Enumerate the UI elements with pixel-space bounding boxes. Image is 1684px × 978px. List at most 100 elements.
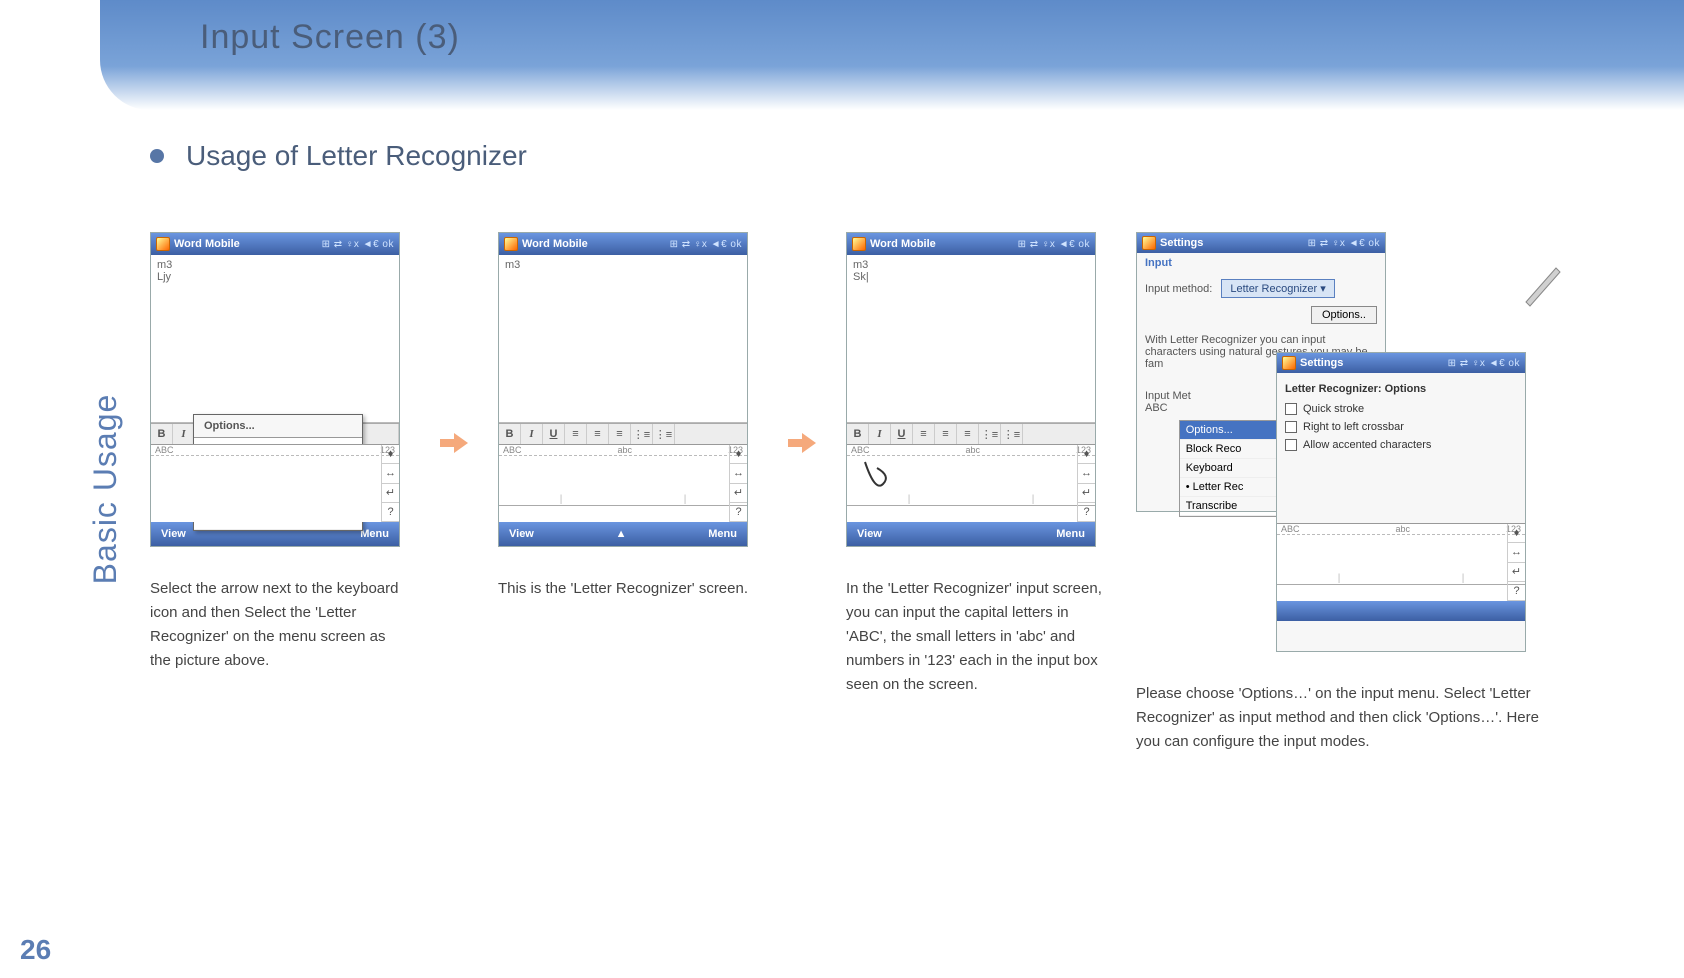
align-right-button[interactable]: ≡ [609, 424, 631, 444]
zone-abc-upper: ABC [503, 445, 522, 455]
menu-button[interactable]: Menu [708, 528, 737, 540]
enter-icon[interactable]: ↵ [1078, 484, 1095, 503]
status-icons: ⊞ ⇄ ♀x ◄€ ok [1448, 358, 1520, 369]
menu-options[interactable]: Options... [194, 415, 362, 438]
input-method-select[interactable]: Letter Recognizer ▾ [1221, 279, 1334, 298]
settings-title: Settings [1300, 357, 1343, 369]
checkbox-accented[interactable]: Allow accented characters [1285, 439, 1517, 451]
menu-item[interactable]: • Letter Rec [1180, 478, 1278, 497]
nav-icon[interactable]: ↔ [730, 464, 747, 483]
options-button[interactable]: Options.. [1311, 306, 1377, 324]
step-3: Word Mobile ⊞ ⇄ ♀x ◄€ ok m3 Sk| B I U ≡ … [846, 232, 1106, 697]
zone-abc-upper: ABC [155, 445, 174, 455]
list-button[interactable]: ⋮≡ [631, 424, 653, 444]
step-2: Word Mobile ⊞ ⇄ ♀x ◄€ ok m3 B I U ≡ ≡ ≡ … [498, 232, 758, 601]
align-button[interactable]: ≡ [957, 424, 979, 444]
help-icon[interactable]: ? [1508, 582, 1525, 601]
arrow-icon [440, 431, 468, 455]
body-text: m3 [505, 259, 741, 271]
bold-button[interactable]: B [847, 424, 869, 444]
menu-button[interactable]: Menu [360, 528, 389, 540]
body-text: Ljy [157, 271, 393, 283]
align-button[interactable]: ≡ [913, 424, 935, 444]
nav-icon[interactable]: ♦ [730, 445, 747, 464]
view-button[interactable]: View [509, 528, 534, 540]
nav-icon[interactable]: ↔ [382, 464, 399, 483]
enter-icon[interactable]: ↵ [1508, 563, 1525, 582]
enter-icon[interactable]: ↵ [382, 484, 399, 503]
step-1: Word Mobile ⊞ ⇄ ♀x ◄€ ok m3 Ljy B I Opti… [150, 232, 410, 673]
menu-item[interactable]: Block Reco [1180, 440, 1278, 459]
nav-icon[interactable]: ↔ [1078, 464, 1095, 483]
menu-options[interactable]: Options... [1180, 421, 1278, 440]
view-button[interactable]: View [857, 528, 882, 540]
list-label: Input Met [1145, 390, 1191, 402]
app-icon [1142, 236, 1156, 250]
italic-button[interactable]: I [173, 424, 195, 444]
list-button[interactable]: ⋮≡ [653, 424, 675, 444]
italic-button[interactable]: I [521, 424, 543, 444]
zone-abc-lower: abc [617, 445, 632, 455]
align-center-button[interactable]: ≡ [587, 424, 609, 444]
bold-button[interactable]: B [499, 424, 521, 444]
app-icon [852, 237, 866, 251]
status-icons: ⊞ ⇄ ♀x ◄€ ok [1308, 238, 1380, 249]
device-screenshot-1: Word Mobile ⊞ ⇄ ♀x ◄€ ok m3 Ljy B I Opti… [150, 232, 400, 547]
status-icons: ⊞ ⇄ ♀x ◄€ ok [1018, 239, 1090, 250]
sip-up-icon[interactable]: ▲ [616, 528, 627, 540]
nav-icon[interactable]: ♦ [1078, 445, 1095, 464]
tab-input[interactable]: Input [1137, 253, 1385, 273]
underline-button[interactable]: U [543, 424, 565, 444]
checkbox-rtl-crossbar[interactable]: Right to left crossbar [1285, 421, 1517, 433]
input-method-label: Input method: [1145, 283, 1212, 295]
device-screenshot-2: Word Mobile ⊞ ⇄ ♀x ◄€ ok m3 B I U ≡ ≡ ≡ … [498, 232, 748, 547]
menu-item[interactable]: Transcribe [1180, 497, 1278, 516]
app-icon [504, 237, 518, 251]
format-toolbar: B I U ≡ ≡ ≡ ⋮≡ ⋮≡ [847, 423, 1095, 444]
underline-button[interactable]: U [891, 424, 913, 444]
help-icon[interactable]: ? [382, 503, 399, 522]
checkbox-quick-stroke[interactable]: Quick stroke [1285, 403, 1517, 415]
app-title: Word Mobile [870, 238, 936, 250]
checkbox-icon [1285, 403, 1297, 415]
options-subtitle: Letter Recognizer: Options [1285, 383, 1517, 395]
recognizer-input[interactable]: ABC abc 123 || ♦ ↔ ↵ ? [1277, 523, 1525, 601]
settings-title: Settings [1160, 237, 1203, 249]
help-icon[interactable]: ? [730, 503, 747, 522]
recognizer-input[interactable]: ABC abc 123 || ♦ ↔ ↵ ? [499, 444, 747, 522]
app-icon [1282, 356, 1296, 370]
page-number: 26 [20, 934, 51, 966]
format-toolbar: B I Options... Block Recognizer Keyboard… [151, 423, 399, 444]
menu-button[interactable]: Menu [1056, 528, 1085, 540]
format-toolbar: B I U ≡ ≡ ≡ ⋮≡ ⋮≡ [499, 423, 747, 444]
menu-item[interactable]: Keyboard [1180, 459, 1278, 478]
recognizer-input[interactable]: ABC abc 123 | | ♦ ↔ ↵ [847, 444, 1095, 522]
nav-icon[interactable]: ♦ [1508, 524, 1525, 543]
input-method-list[interactable]: Options... Block Reco Keyboard • Letter … [1179, 420, 1279, 517]
header-band: Input Screen (3) [100, 0, 1684, 110]
italic-button[interactable]: I [869, 424, 891, 444]
bullet-title: Usage of Letter Recognizer [140, 140, 1644, 172]
bullet-text: Usage of Letter Recognizer [186, 140, 527, 172]
settings-window-front: Settings ⊞ ⇄ ♀x ◄€ ok Letter Recognizer:… [1276, 352, 1526, 652]
align-button[interactable]: ≡ [935, 424, 957, 444]
body-text: Sk| [853, 271, 1089, 283]
app-title: Word Mobile [522, 238, 588, 250]
list-button[interactable]: ⋮≡ [1001, 424, 1023, 444]
nav-icon[interactable]: ♦ [382, 445, 399, 464]
nav-icon[interactable]: ↔ [1508, 543, 1525, 562]
device-screenshot-3: Word Mobile ⊞ ⇄ ♀x ◄€ ok m3 Sk| B I U ≡ … [846, 232, 1096, 547]
small-label: ABC [1145, 402, 1168, 414]
caption-3: In the 'Letter Recognizer' input screen,… [846, 577, 1106, 697]
align-left-button[interactable]: ≡ [565, 424, 587, 444]
caption-1: Select the arrow next to the keyboard ic… [150, 577, 410, 673]
bold-button[interactable]: B [151, 424, 173, 444]
enter-icon[interactable]: ↵ [730, 484, 747, 503]
checkbox-icon [1285, 421, 1297, 433]
view-button[interactable]: View [161, 528, 186, 540]
list-button[interactable]: ⋮≡ [979, 424, 1001, 444]
caption-2: This is the 'Letter Recognizer' screen. [498, 577, 758, 601]
zone-abc-lower: abc [1395, 524, 1410, 534]
body-text: m3 [157, 259, 393, 271]
help-icon[interactable]: ? [1078, 503, 1095, 522]
